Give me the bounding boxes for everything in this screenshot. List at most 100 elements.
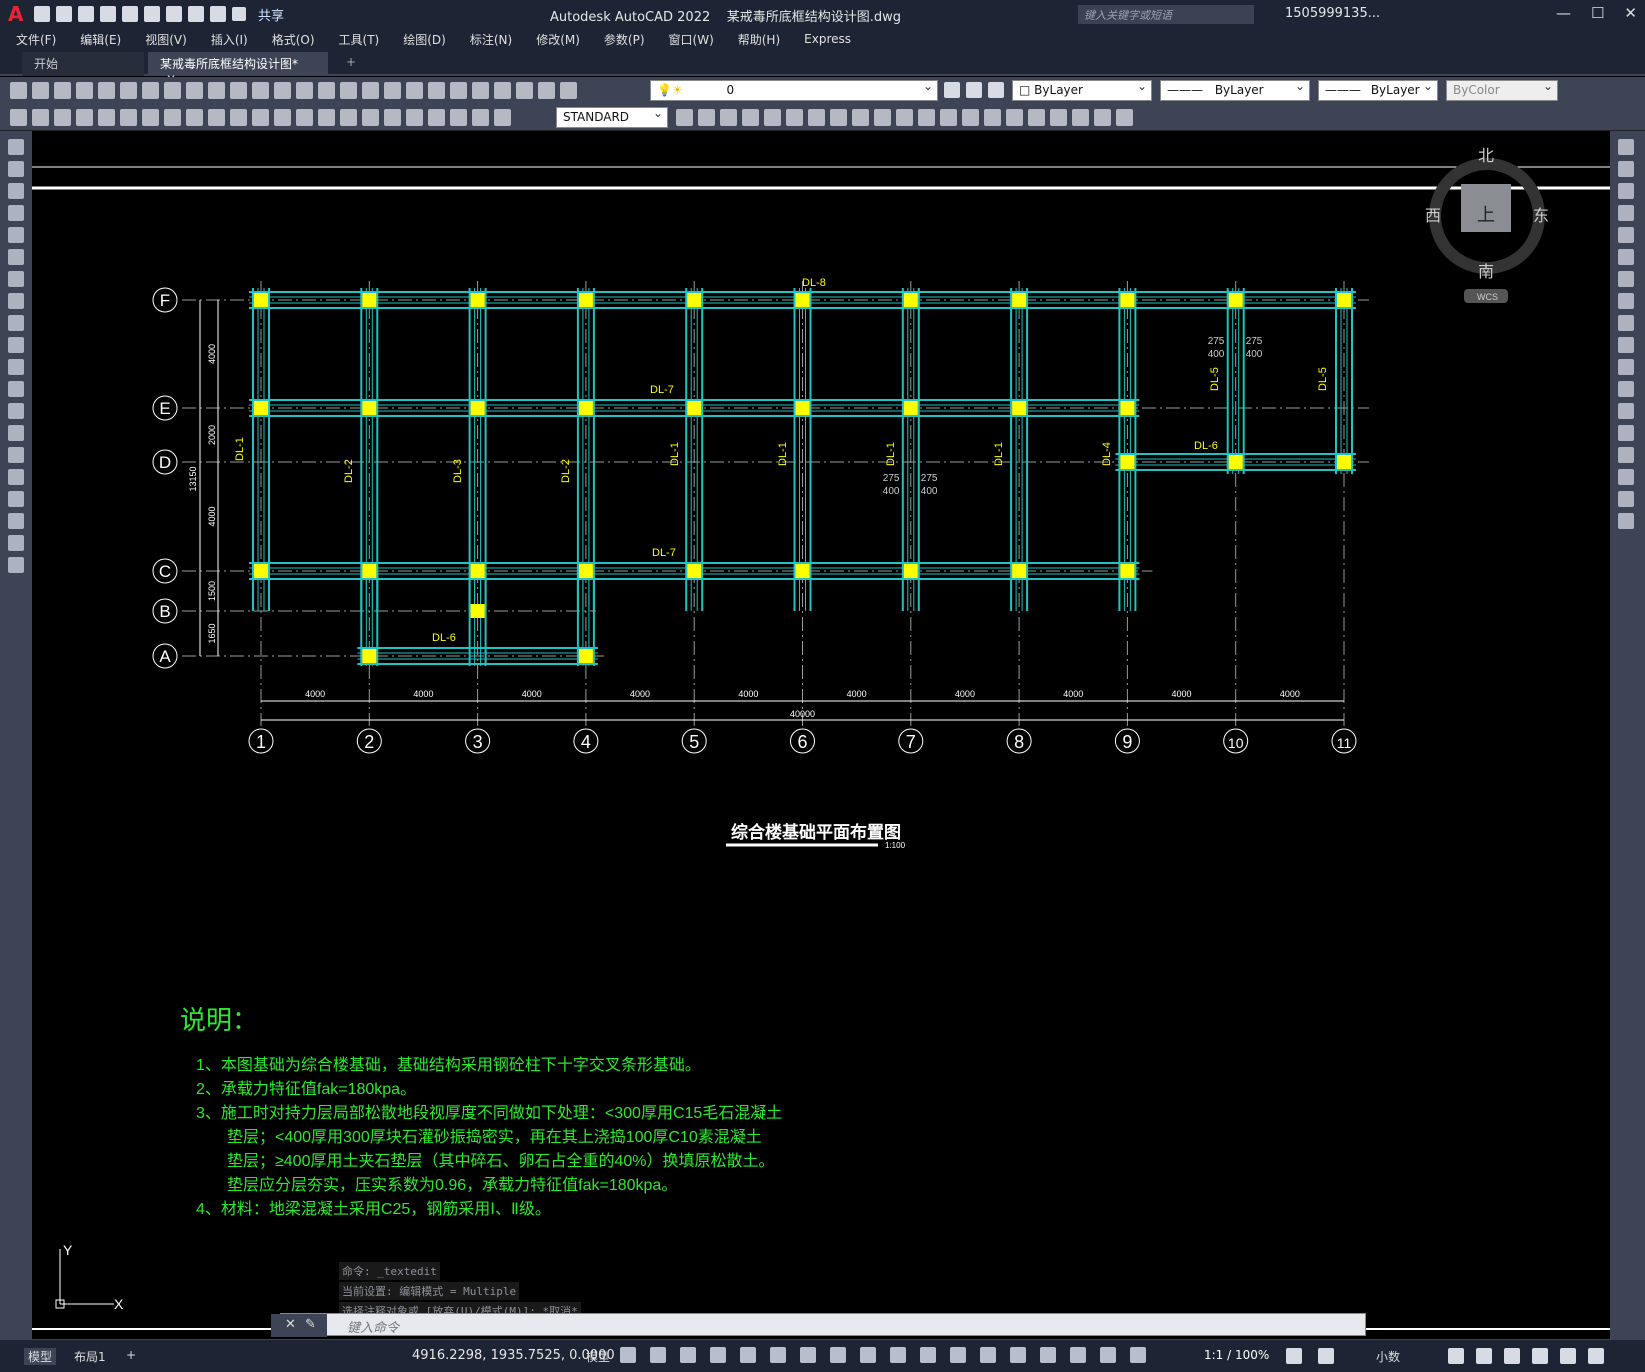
chamfer-icon[interactable] <box>984 109 1001 126</box>
tab-start[interactable]: 开始 <box>22 52 144 76</box>
viewcube-north[interactable]: 北 <box>1478 147 1494 165</box>
layer-state-icon[interactable] <box>988 82 1004 98</box>
design-center-icon[interactable] <box>428 82 445 99</box>
copy-object-icon[interactable] <box>720 109 737 126</box>
save-icon[interactable] <box>54 82 71 99</box>
transparency-icon[interactable] <box>920 1347 936 1363</box>
quickcalc-icon[interactable] <box>516 82 533 99</box>
layer-walk-icon[interactable] <box>54 109 71 126</box>
zoom-window-icon[interactable] <box>362 82 379 99</box>
polyline-icon[interactable] <box>8 183 24 199</box>
make-current-layer-icon[interactable] <box>944 82 960 98</box>
inspection-icon[interactable] <box>406 109 423 126</box>
zoom-previous-icon[interactable] <box>384 82 401 99</box>
annotation-visibility-icon[interactable] <box>1100 1347 1116 1363</box>
copy-icon[interactable] <box>186 82 203 99</box>
ortho-icon[interactable] <box>740 1347 756 1363</box>
annotation-monitor-icon[interactable] <box>1318 1348 1334 1364</box>
redo-icon[interactable] <box>210 6 226 22</box>
arc-icon[interactable] <box>8 249 24 265</box>
menu-format[interactable]: 格式(O) <box>272 31 315 48</box>
angular-dim-icon[interactable] <box>230 109 247 126</box>
continue-dim-icon[interactable] <box>296 109 313 126</box>
3d-osnap-icon[interactable] <box>980 1347 996 1363</box>
tab-layout1[interactable]: 布局1 <box>74 1348 106 1365</box>
dim-space-icon[interactable] <box>318 109 335 126</box>
join-side-icon[interactable] <box>1618 425 1634 441</box>
tool-palettes-icon[interactable] <box>450 82 467 99</box>
diameter-dim-icon[interactable] <box>208 109 225 126</box>
aligned-dim-icon[interactable] <box>98 109 115 126</box>
polar-icon[interactable] <box>770 1347 786 1363</box>
viewcube[interactable]: 上 北 南 东 西 WCS <box>1425 147 1549 303</box>
gradient-icon[interactable] <box>8 469 24 485</box>
quick-properties-icon[interactable] <box>1448 1348 1464 1364</box>
object-snap-tracking-icon[interactable] <box>830 1347 846 1363</box>
ungroup-icon[interactable] <box>1094 109 1111 126</box>
trim-side-icon[interactable] <box>1618 337 1634 353</box>
viewcube-south[interactable]: 南 <box>1478 263 1494 281</box>
plotstyle-select[interactable]: ByColor <box>1446 79 1558 101</box>
grid-icon[interactable] <box>620 1347 636 1363</box>
baseline-dim-icon[interactable] <box>274 109 291 126</box>
object-snap-icon[interactable] <box>860 1347 876 1363</box>
mtext-icon[interactable] <box>8 535 24 551</box>
dynamic-ucs-icon[interactable] <box>1010 1347 1026 1363</box>
paste-icon[interactable] <box>208 82 225 99</box>
close-icon[interactable]: ✕ <box>1624 4 1637 22</box>
3d-print-icon[interactable] <box>142 82 159 99</box>
plot-icon[interactable] <box>166 6 182 22</box>
dim-edit-icon[interactable] <box>450 109 467 126</box>
erase-icon[interactable] <box>698 109 715 126</box>
coordinates-readout[interactable]: 4916.2298, 1935.7525, 0.0000 <box>412 1348 615 1363</box>
add-layout-button[interactable]: + <box>126 1348 136 1362</box>
menu-tools[interactable]: 工具(T) <box>339 31 380 48</box>
break-icon[interactable] <box>940 109 957 126</box>
explode-side-icon[interactable] <box>1618 513 1634 529</box>
ellipse-arc-icon[interactable] <box>8 359 24 375</box>
blend-icon[interactable] <box>1116 109 1133 126</box>
viewcube-top[interactable]: 上 <box>1477 205 1495 225</box>
menu-parametric[interactable]: 参数(P) <box>604 31 645 48</box>
menu-modify[interactable]: 修改(M) <box>536 31 580 48</box>
lineweight-icon[interactable] <box>890 1347 906 1363</box>
revcloud-icon[interactable] <box>8 293 24 309</box>
trim-icon[interactable] <box>896 109 913 126</box>
ordinate-dim-icon[interactable] <box>142 109 159 126</box>
open-icon[interactable] <box>32 82 49 99</box>
clean-screen-icon[interactable] <box>1560 1348 1576 1364</box>
stretch-icon[interactable] <box>874 109 891 126</box>
extend-side-icon[interactable] <box>1618 359 1634 375</box>
share-icon[interactable] <box>232 7 246 21</box>
workspace-icon[interactable] <box>10 109 27 126</box>
jogged-dim-icon[interactable] <box>186 109 203 126</box>
new-icon[interactable] <box>10 82 27 99</box>
lineweight-select[interactable]: ——— ByLayer <box>1318 79 1438 101</box>
search-input[interactable]: 键入关键字或短语 <box>1078 5 1254 24</box>
blend-side-icon[interactable] <box>1618 491 1634 507</box>
offset-side-icon[interactable] <box>1618 205 1634 221</box>
join-icon[interactable] <box>962 109 979 126</box>
jogged-linear-icon[interactable] <box>428 109 445 126</box>
block-editor-icon[interactable] <box>252 82 269 99</box>
circle-icon[interactable] <box>8 271 24 287</box>
stretch-side-icon[interactable] <box>1618 315 1634 331</box>
explode-icon[interactable] <box>1028 109 1045 126</box>
array-icon[interactable] <box>786 109 803 126</box>
dim-text-edit-icon[interactable] <box>472 109 489 126</box>
command-input[interactable]: 键入命令 <box>339 1314 1299 1336</box>
workspace-gear-icon[interactable] <box>1286 1348 1302 1364</box>
redo-icon[interactable] <box>296 82 313 99</box>
add-selected-icon[interactable] <box>8 557 24 573</box>
fillet-icon[interactable] <box>1006 109 1023 126</box>
offset-icon[interactable] <box>764 109 781 126</box>
arc-length-icon[interactable] <box>120 109 137 126</box>
selection-filter-icon[interactable] <box>1040 1347 1056 1363</box>
new-tab-button[interactable]: + <box>334 52 368 76</box>
menu-edit[interactable]: 编辑(E) <box>80 31 121 48</box>
open-web-icon[interactable] <box>122 6 138 22</box>
menu-draw[interactable]: 绘图(D) <box>403 31 446 48</box>
help-icon[interactable] <box>538 82 555 99</box>
save-as-icon[interactable] <box>100 6 116 22</box>
drawing-canvas[interactable]: DL-8 DL-7 DL-7 DL-1 DL-2 DL-3 DL-2 DL-1 DL-1 DL-1… <box>32 131 1610 1339</box>
